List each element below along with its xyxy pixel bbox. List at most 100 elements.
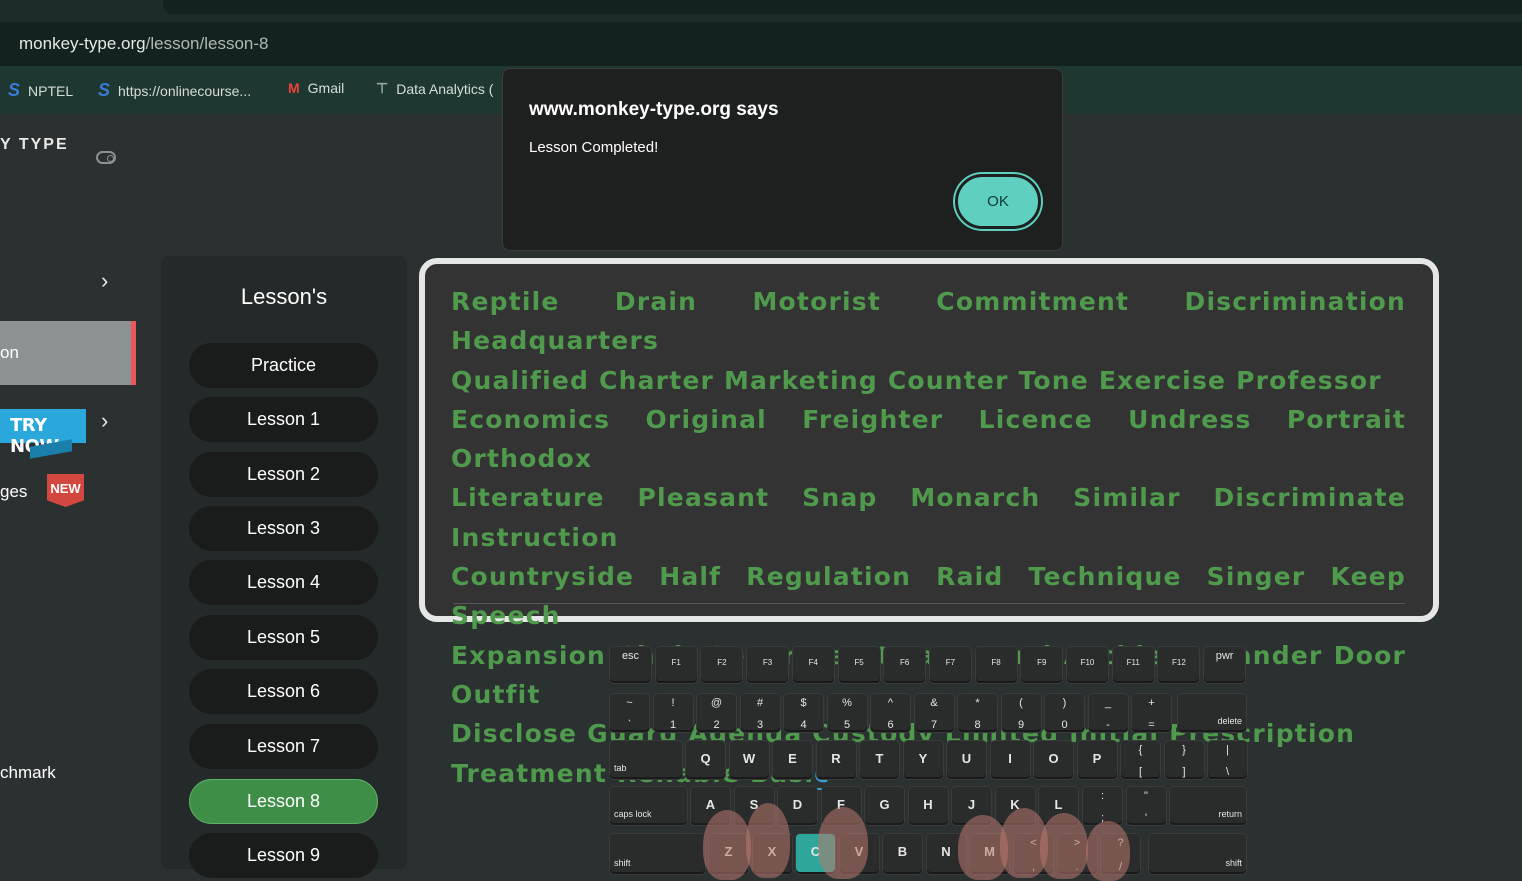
key-shift-right[interactable]: shift bbox=[1149, 834, 1246, 874]
key-label: W bbox=[742, 751, 756, 766]
key-label: Q bbox=[700, 751, 711, 766]
try-now-button[interactable]: TRY NOW bbox=[0, 409, 86, 457]
key-upper: # bbox=[756, 697, 764, 709]
key-e[interactable]: E bbox=[773, 741, 812, 779]
key-label: shift bbox=[1225, 858, 1242, 868]
key-num-6[interactable]: ^ 6 bbox=[871, 694, 910, 732]
bookmark-label: NPTEL bbox=[28, 82, 74, 99]
key-f4[interactable]: F4 bbox=[792, 647, 834, 683]
key-pwr[interactable]: pwr bbox=[1204, 647, 1246, 683]
brand-logo-text[interactable]: Y TYPE bbox=[0, 136, 69, 154]
hand-finger-overlay bbox=[703, 810, 751, 880]
key-num-9[interactable]: (9 bbox=[1001, 694, 1041, 732]
key-lower: 6 bbox=[887, 719, 894, 731]
sidebar-item-benchmark[interactable]: chmark bbox=[0, 763, 56, 783]
key-r[interactable]: R bbox=[816, 741, 856, 779]
ok-button[interactable]: OK bbox=[955, 174, 1041, 229]
key-f10[interactable]: F10 bbox=[1067, 647, 1108, 683]
key-label: F6 bbox=[900, 658, 910, 667]
key-bracket-2[interactable]: | \ bbox=[1208, 741, 1247, 779]
sidebar-item-challenges[interactable]: ges bbox=[0, 482, 27, 502]
key-f5[interactable]: F5 bbox=[838, 647, 880, 683]
key-f7[interactable]: F7 bbox=[929, 647, 971, 683]
key-f11[interactable]: F11 bbox=[1112, 647, 1154, 683]
bookmark-nptel[interactable]: S NPTEL bbox=[8, 80, 73, 101]
key-lower: 3 bbox=[756, 719, 764, 731]
hand-finger-overlay bbox=[1040, 813, 1088, 879]
key-tab[interactable]: tab bbox=[610, 741, 682, 779]
key-shift-left[interactable]: shift bbox=[610, 834, 705, 874]
key-f6[interactable]: F6 bbox=[884, 647, 926, 683]
key-g[interactable]: G bbox=[865, 787, 904, 825]
tab-strip[interactable] bbox=[163, 0, 1522, 14]
key-f2[interactable]: F2 bbox=[701, 647, 743, 683]
bookmark-gmail[interactable]: M Gmail bbox=[288, 80, 344, 96]
lesson-5-button[interactable]: Lesson 5 bbox=[189, 615, 378, 660]
key-num-=[interactable]: + = bbox=[1132, 694, 1171, 732]
key-lower: ` bbox=[627, 719, 632, 731]
lesson-1-button[interactable]: Lesson 1 bbox=[189, 397, 378, 442]
key-upper: ^ bbox=[887, 697, 894, 709]
key-num-`[interactable]: ~ ` bbox=[610, 694, 649, 732]
key-label: Y bbox=[918, 751, 928, 766]
key-o[interactable]: O bbox=[1034, 741, 1073, 779]
key-f8[interactable]: F8 bbox=[975, 647, 1017, 683]
key-label: esc bbox=[621, 650, 640, 662]
key-y[interactable]: Y bbox=[903, 741, 943, 779]
key-punct-0[interactable]: :; bbox=[1083, 787, 1122, 825]
key-num-5[interactable]: % 5 bbox=[827, 694, 867, 732]
key-num-1[interactable]: ! 1 bbox=[653, 694, 693, 732]
key-return[interactable]: return bbox=[1170, 787, 1246, 825]
lesson-7-button[interactable]: Lesson 7 bbox=[189, 724, 378, 769]
key-num-8[interactable]: * 8 bbox=[958, 694, 997, 732]
key-f12[interactable]: F12 bbox=[1158, 647, 1200, 683]
lesson-8-button[interactable]: Lesson 8 bbox=[189, 779, 378, 824]
key-bracket-1[interactable]: }] bbox=[1164, 741, 1204, 779]
key-f9[interactable]: F9 bbox=[1021, 647, 1063, 683]
key-upper: * bbox=[975, 697, 980, 709]
url-path: /lesson/lesson-8 bbox=[145, 34, 269, 53]
key-label: O bbox=[1048, 751, 1059, 766]
key-esc[interactable]: esc bbox=[610, 647, 651, 683]
lesson-6-button[interactable]: Lesson 6 bbox=[189, 669, 378, 714]
key-punct-1[interactable]: " ' bbox=[1126, 787, 1166, 825]
key-q[interactable]: Q bbox=[686, 741, 725, 779]
key-label: F1 bbox=[671, 658, 681, 667]
key-num-2[interactable]: @2 bbox=[697, 694, 736, 732]
key-f1[interactable]: F1 bbox=[655, 647, 697, 683]
key-num-0[interactable]: ) 0 bbox=[1045, 694, 1084, 732]
key-caps-lock[interactable]: caps lock bbox=[610, 787, 687, 825]
key-bracket-0[interactable]: {[ bbox=[1121, 741, 1160, 779]
key-h[interactable]: H bbox=[908, 787, 948, 825]
key-num--[interactable]: _ - bbox=[1088, 694, 1128, 732]
theme-toggle-icon[interactable] bbox=[96, 151, 116, 164]
bookmark-data-analytics[interactable]: ⊤ Data Analytics ( bbox=[376, 80, 493, 97]
chevron-right-icon[interactable]: › bbox=[101, 268, 108, 294]
key-u[interactable]: U bbox=[947, 741, 986, 779]
lesson-9-button[interactable]: Lesson 9 bbox=[189, 833, 378, 878]
key-num-4[interactable]: $4 bbox=[784, 694, 823, 732]
key-num-3[interactable]: #3 bbox=[740, 694, 780, 732]
key-t[interactable]: T bbox=[860, 741, 899, 779]
key-p[interactable]: P bbox=[1077, 741, 1117, 779]
key-num-7[interactable]: & 7 bbox=[914, 694, 954, 732]
s-logo-icon: S bbox=[98, 80, 111, 100]
key-f3[interactable]: F3 bbox=[747, 647, 789, 683]
key-delete[interactable]: delete bbox=[1178, 694, 1246, 732]
key-lower: 8 bbox=[974, 719, 981, 731]
lesson-4-button[interactable]: Lesson 4 bbox=[189, 560, 378, 605]
key-b[interactable]: B bbox=[883, 834, 922, 874]
lesson-practice-button[interactable]: Practice bbox=[189, 343, 378, 388]
sidebar-item-active[interactable]: on bbox=[0, 321, 136, 385]
key-label: tab bbox=[614, 763, 627, 773]
key-label: F11 bbox=[1126, 658, 1140, 667]
lesson-2-button[interactable]: Lesson 2 bbox=[189, 452, 378, 497]
key-label: D bbox=[792, 797, 803, 812]
key-i[interactable]: I bbox=[990, 741, 1030, 779]
url-text[interactable]: monkey-type.org/lesson/lesson-8 bbox=[19, 34, 268, 54]
key-w[interactable]: W bbox=[729, 741, 769, 779]
key-upper: & bbox=[930, 697, 938, 709]
chevron-right-icon[interactable]: › bbox=[101, 408, 108, 434]
lesson-3-button[interactable]: Lesson 3 bbox=[189, 506, 378, 551]
bookmark-onlinecourses[interactable]: S https://onlinecourse... bbox=[98, 80, 251, 101]
